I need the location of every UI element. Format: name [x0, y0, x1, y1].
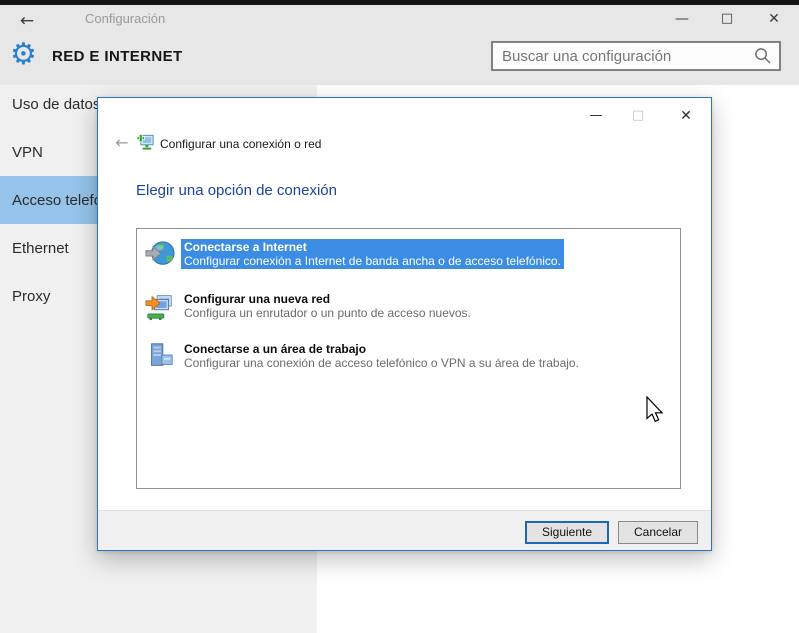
option-connect-to-workplace[interactable]: Conectarse a un área de trabajo Configur…	[145, 341, 582, 371]
dialog-heading: Elegir una opción de conexión	[136, 182, 337, 199]
page-title: RED E INTERNET	[52, 48, 183, 65]
option-title: Conectarse a Internet	[184, 240, 561, 254]
back-arrow-icon[interactable]: ←	[14, 10, 40, 32]
monitors-with-orange-arrow-icon	[145, 291, 175, 321]
setup-connection-dialog: — □ ✕ ← Configurar una conexión o red El…	[97, 97, 712, 551]
option-title: Conectarse a un área de trabajo	[184, 342, 579, 356]
cancel-button[interactable]: Cancelar	[618, 521, 698, 544]
mouse-cursor-icon	[645, 396, 664, 425]
option-text-block: Conectarse a un área de trabajo Configur…	[181, 341, 582, 371]
search-box[interactable]	[491, 41, 781, 71]
dialog-back-arrow-icon[interactable]: ←	[111, 133, 133, 153]
search-input[interactable]	[493, 48, 754, 65]
close-button[interactable]: ✕	[758, 7, 790, 31]
settings-window: ← Configuración — □ ✕ ⚙ RED E INTERNET U…	[0, 0, 799, 633]
option-description: Configura un enrutador o un punto de acc…	[184, 306, 471, 320]
next-button[interactable]: Siguiente	[525, 521, 609, 544]
maximize-button[interactable]: □	[711, 7, 743, 31]
dialog-close-button[interactable]: ✕	[671, 104, 701, 128]
minimize-button[interactable]: —	[666, 7, 698, 31]
sidebar-item-label: Ethernet	[12, 240, 69, 257]
sidebar-item-label: Uso de datos	[12, 96, 100, 113]
settings-gear-icon: ⚙	[10, 40, 37, 70]
option-text-block: Conectarse a Internet Configurar conexió…	[181, 239, 564, 269]
sidebar-item-label: VPN	[12, 144, 43, 161]
search-icon[interactable]	[754, 47, 772, 65]
dialog-minimize-button[interactable]: —	[581, 104, 611, 128]
connection-options-list: Conectarse a Internet Configurar conexió…	[136, 228, 681, 489]
option-connect-to-internet[interactable]: Conectarse a Internet Configurar conexió…	[145, 239, 564, 269]
wizard-monitor-plus-icon	[136, 132, 155, 151]
option-text-block: Configurar una nueva red Configura un en…	[181, 291, 474, 321]
option-setup-new-network[interactable]: Configurar una nueva red Configura un en…	[145, 291, 474, 321]
sidebar-item-label: Acceso telefó	[12, 192, 102, 209]
globe-with-arrow-icon	[145, 239, 175, 269]
window-title: Configuración	[85, 11, 165, 26]
blue-server-blocks-icon	[145, 341, 175, 371]
option-title: Configurar una nueva red	[184, 292, 471, 306]
sidebar-item-label: Proxy	[12, 288, 50, 305]
option-description: Configurar una conexión de acceso telefó…	[184, 356, 579, 370]
dialog-maximize-button: □	[623, 104, 653, 128]
option-description: Configurar conexión a Internet de banda …	[184, 254, 561, 268]
dialog-title: Configurar una conexión o red	[160, 137, 321, 151]
